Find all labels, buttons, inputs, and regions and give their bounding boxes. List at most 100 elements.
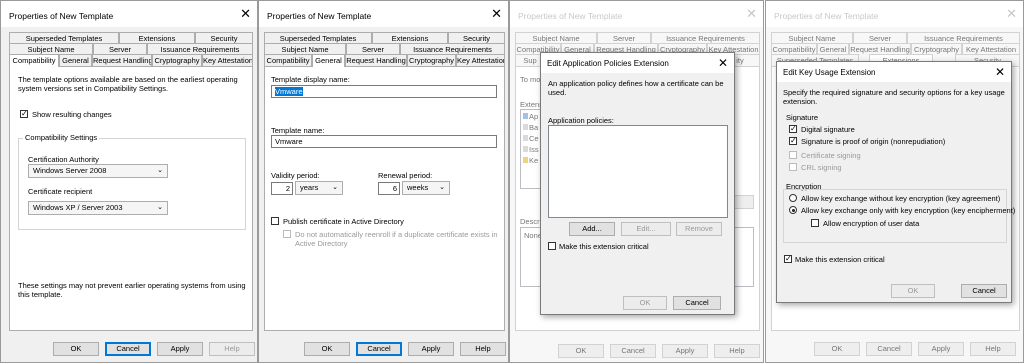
reenroll-checkbox[interactable]: [283, 230, 291, 238]
cancel-button[interactable]: Cancel: [866, 342, 912, 356]
list-item[interactable]: Ke: [523, 156, 538, 165]
apply-button[interactable]: Apply: [408, 342, 454, 356]
ok-button[interactable]: OK: [53, 342, 99, 356]
application-policies-list[interactable]: [548, 125, 728, 218]
edit-button[interactable]: Edit...: [621, 222, 671, 236]
key-encipherment-label: Allow key exchange only with key encrypt…: [801, 206, 1016, 215]
tab-cryptography[interactable]: Cryptography: [152, 54, 202, 66]
chevron-down-icon: ⌄: [157, 167, 163, 174]
tab-cryptography[interactable]: Cryptography: [407, 54, 456, 66]
digital-signature-label: Digital signature: [801, 125, 855, 134]
ok-button[interactable]: OK: [814, 342, 860, 356]
edit-application-policies-dialog: Edit Application Policies Extension ✕ An…: [540, 52, 735, 315]
dialog-ok-button[interactable]: OK: [623, 296, 667, 310]
tab-compatibility[interactable]: Compatibility: [264, 54, 312, 66]
close-icon[interactable]: ✕: [1006, 7, 1017, 20]
group-title: Compatibility Settings: [23, 133, 100, 142]
add-button[interactable]: Add...: [569, 222, 615, 236]
non-repudiation-label: Signature is proof of origin (nonrepudia…: [801, 137, 946, 146]
close-icon[interactable]: ✕: [718, 56, 728, 70]
dialog-title-bar: Edit Key Usage Extension ✕: [777, 62, 1011, 82]
dialog-ok-button[interactable]: OK: [891, 284, 935, 298]
critical-checkbox[interactable]: ✓: [784, 255, 792, 263]
close-icon[interactable]: ✕: [491, 7, 502, 20]
template-name-input[interactable]: Vmware: [271, 135, 497, 148]
tab-general[interactable]: General: [59, 54, 92, 66]
encrypt-user-data-label: Allow encryption of user data: [823, 219, 920, 228]
publish-label: Publish certificate in Active Directory: [283, 217, 404, 226]
tab-key-attestation[interactable]: Key Attestation: [202, 54, 253, 66]
ok-button[interactable]: OK: [558, 344, 604, 358]
certificate-signing-checkbox[interactable]: [789, 151, 797, 159]
chevron-down-icon: ⌄: [332, 184, 338, 191]
close-icon[interactable]: ✕: [746, 7, 757, 20]
apply-button[interactable]: Apply: [157, 342, 203, 356]
instruction-fragment: To mo: [520, 75, 541, 84]
tab-request-handling[interactable]: Request Handling: [92, 54, 152, 66]
renewal-unit-value: weeks: [407, 183, 429, 192]
dialog-cancel-button[interactable]: Cancel: [673, 296, 721, 310]
properties-window-extensions-background: Properties of New Template ✕ Subject Nam…: [509, 0, 764, 363]
help-button[interactable]: Help: [209, 342, 255, 356]
cancel-button[interactable]: Cancel: [356, 342, 402, 356]
tab-general[interactable]: General: [312, 54, 345, 67]
ok-button[interactable]: OK: [304, 342, 350, 356]
dialog-title-bar: Edit Application Policies Extension ✕: [541, 53, 734, 73]
help-button[interactable]: Help: [970, 342, 1016, 356]
key-agreement-radio[interactable]: [789, 194, 797, 202]
list-item[interactable]: Iss: [523, 145, 539, 154]
list-item[interactable]: Ce: [523, 134, 539, 143]
encrypt-user-data-checkbox[interactable]: [811, 219, 819, 227]
non-repudiation-checkbox[interactable]: ✓: [789, 137, 797, 145]
tab-panel: The template options available are based…: [9, 66, 253, 331]
window-title: Properties of New Template: [774, 11, 879, 21]
close-icon[interactable]: ✕: [995, 65, 1005, 79]
renewal-label: Renewal period:: [378, 171, 433, 180]
apply-button[interactable]: Apply: [662, 344, 708, 358]
title-bar: Properties of New Template ✕: [1, 1, 257, 27]
certificate-signing-label: Certificate signing: [801, 151, 861, 160]
tab-request-handling[interactable]: Request Handling: [345, 54, 407, 66]
reenroll-label: Do not automatically reenroll if a dupli…: [295, 230, 498, 248]
validity-unit-dropdown[interactable]: years ⌄: [295, 181, 343, 195]
remove-button[interactable]: Remove: [676, 222, 722, 236]
show-changes-label: Show resulting changes: [32, 110, 112, 119]
title-bar: Properties of New Template ✕: [510, 1, 763, 27]
footer-note: These settings may not prevent earlier o…: [18, 281, 246, 299]
tab-compatibility[interactable]: Compatibility: [9, 54, 59, 67]
renewal-unit-dropdown[interactable]: weeks ⌄: [402, 181, 450, 195]
list-item[interactable]: Ap: [523, 112, 538, 121]
tab-panel: Template display name: Vmware Template n…: [264, 66, 505, 331]
title-bar: Properties of New Template ✕: [259, 1, 508, 27]
crl-signing-checkbox[interactable]: [789, 163, 797, 171]
close-icon[interactable]: ✕: [240, 7, 251, 20]
ca-value: Windows Server 2008: [33, 166, 107, 175]
recipient-value: Windows XP / Server 2003: [33, 203, 123, 212]
ca-dropdown[interactable]: Windows Server 2008 ⌄: [28, 164, 168, 178]
help-button[interactable]: Help: [714, 344, 760, 358]
compatibility-settings-group: Compatibility Settings: [18, 133, 246, 230]
properties-window-general: Properties of New Template ✕ Superseded …: [258, 0, 509, 363]
key-encipherment-radio[interactable]: [789, 206, 797, 214]
template-name-value: Vmware: [275, 137, 303, 146]
cancel-button[interactable]: Cancel: [610, 344, 656, 358]
window-title: Properties of New Template: [9, 11, 114, 21]
properties-window-key-usage-background: Properties of New Template ✕ Subject Nam…: [765, 0, 1024, 363]
dialog-cancel-button[interactable]: Cancel: [961, 284, 1007, 298]
critical-checkbox[interactable]: [548, 242, 556, 250]
renewal-input[interactable]: 6: [378, 182, 400, 195]
validity-input[interactable]: 2: [271, 182, 293, 195]
cancel-button[interactable]: Cancel: [105, 342, 151, 356]
list-item[interactable]: Ba: [523, 123, 538, 132]
digital-signature-checkbox[interactable]: ✓: [789, 125, 797, 133]
tab-key-attestation[interactable]: Key Attestation: [456, 54, 505, 66]
recipient-dropdown[interactable]: Windows XP / Server 2003 ⌄: [28, 201, 168, 215]
signature-group-title: Signature: [786, 113, 819, 122]
window-title: Properties of New Template: [267, 11, 372, 21]
help-button[interactable]: Help: [460, 342, 506, 356]
publish-checkbox[interactable]: [271, 217, 279, 225]
validity-label: Validity period:: [271, 171, 320, 180]
apply-button[interactable]: Apply: [918, 342, 964, 356]
show-changes-checkbox[interactable]: ✓: [20, 110, 28, 118]
display-name-input[interactable]: Vmware: [271, 85, 497, 98]
